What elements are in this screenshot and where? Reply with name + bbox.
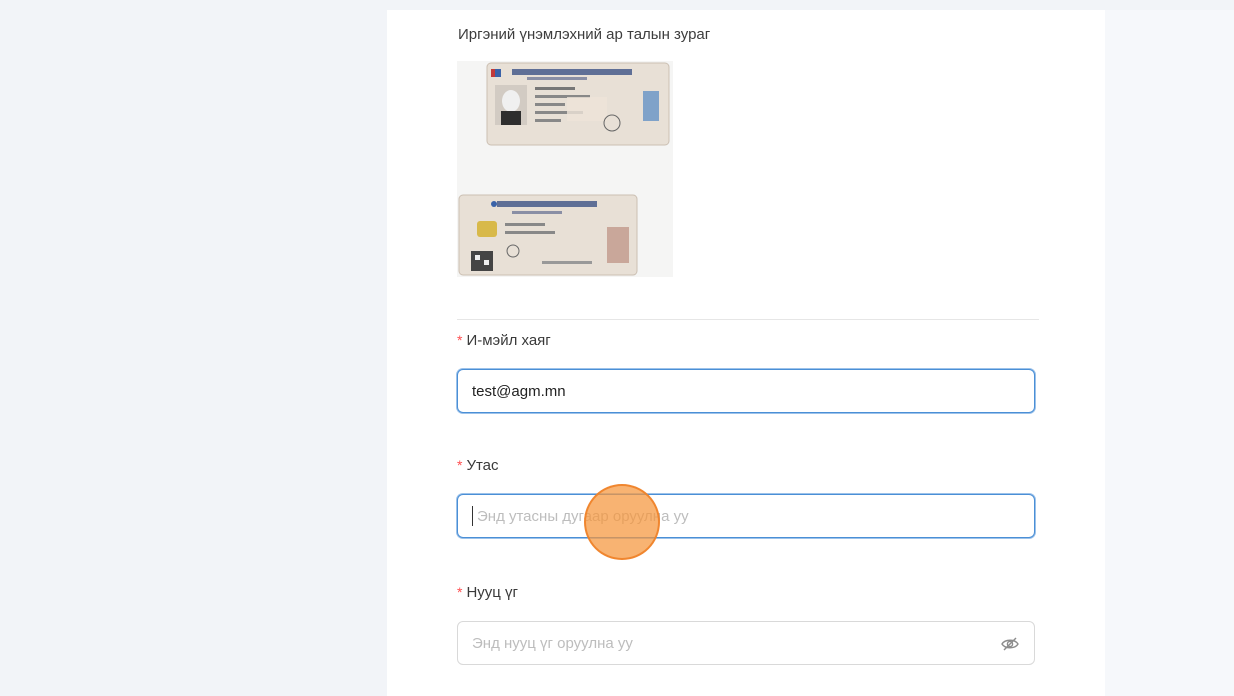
phone-field[interactable]: Энд утасны дугаар оруулна уу (457, 494, 1035, 538)
email-label-text: И-мэйл хаяг (466, 332, 551, 349)
required-mark: * (457, 584, 463, 600)
text-caret (472, 506, 473, 526)
section-divider (457, 319, 1039, 320)
password-placeholder: Энд нууц үг оруулна уу (472, 634, 633, 652)
required-mark: * (457, 332, 463, 348)
click-indicator (584, 484, 660, 560)
password-field[interactable]: Энд нууц үг оруулна уу (457, 621, 1035, 665)
required-mark: * (457, 457, 463, 473)
id-card-back-image (457, 61, 673, 277)
email-label: * И-мэйл хаяг (457, 332, 551, 349)
eye-off-icon[interactable] (1000, 634, 1020, 654)
password-label: * Нууц үг (457, 584, 518, 601)
email-value: test@agm.mn (472, 382, 566, 400)
id-back-caption: Иргэний үнэмлэхний ар талын зураг (458, 26, 711, 43)
email-field[interactable]: test@agm.mn (457, 369, 1035, 413)
registration-form: Иргэний үнэмлэхний ар талын зураг * И-мэ… (387, 10, 1105, 696)
side-panel (1105, 10, 1234, 696)
phone-label: * Утас (457, 457, 499, 474)
phone-label-text: Утас (466, 457, 499, 474)
password-label-text: Нууц үг (466, 584, 519, 601)
